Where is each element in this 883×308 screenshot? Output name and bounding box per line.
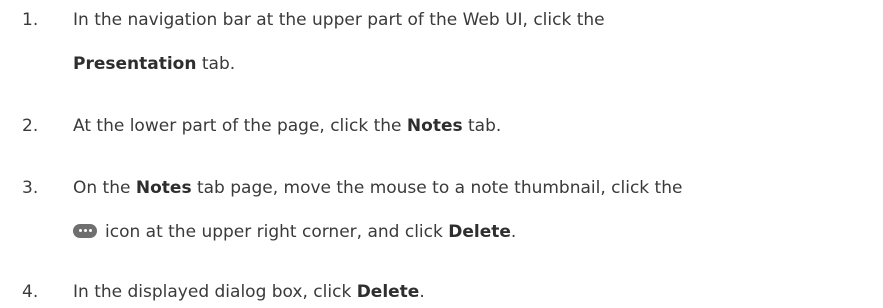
step-text-line: On the Notes tab page, move the mouse to… [73, 178, 682, 198]
step-text: tab. [196, 54, 236, 74]
ui-term-delete: Delete [356, 282, 420, 302]
step-number: 4. [22, 282, 39, 302]
step-text-line: Presentation tab. [73, 54, 235, 74]
ui-term-delete: Delete [448, 222, 511, 242]
step-text: tab page, move the mouse to a note thumb… [191, 178, 683, 198]
step-number: 1. [22, 10, 39, 30]
step-text: . [419, 282, 425, 302]
step-text: . [510, 222, 517, 242]
ui-term-notes: Notes [406, 116, 463, 136]
step-text: tab. [462, 116, 502, 136]
step-text: At the lower part of the page, click the [73, 116, 407, 136]
step-text: In the displayed dialog box, click [73, 282, 357, 302]
step-number: 2. [22, 116, 39, 136]
ui-term-notes: Notes [135, 178, 192, 198]
more-options-icon [73, 223, 97, 238]
ui-term-presentation: Presentation [73, 54, 197, 74]
step-text-line: In the navigation bar at the upper part … [73, 10, 605, 30]
step-text-line: icon at the upper right corner, and clic… [73, 222, 516, 242]
step-text-line: In the displayed dialog box, click Delet… [73, 282, 425, 302]
step-text: On the [73, 178, 136, 198]
step-text: icon at the upper right corner, and clic… [105, 222, 449, 242]
step-text-line: At the lower part of the page, click the… [73, 116, 501, 136]
step-text: In the navigation bar at the upper part … [73, 10, 605, 30]
step-number: 3. [22, 178, 39, 198]
